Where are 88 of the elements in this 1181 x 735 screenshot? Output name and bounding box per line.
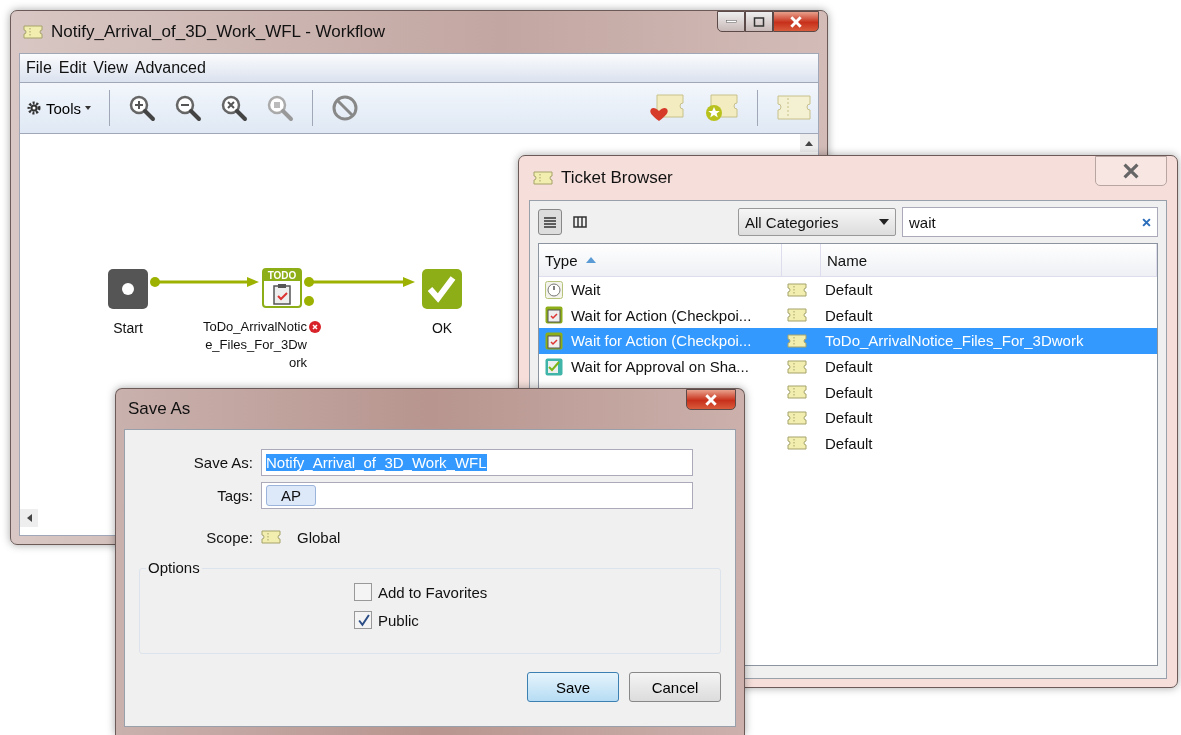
table-cell: Wait — [571, 281, 601, 299]
output-port-icon — [303, 295, 315, 307]
ticket-icon — [787, 308, 807, 323]
close-icon — [1122, 162, 1140, 180]
clipboard-icon — [272, 283, 292, 305]
table-cell: ToDo_ArrivalNotice_Files_For_3Dwork — [825, 332, 1084, 350]
ticket-icon — [261, 530, 281, 544]
ok-node[interactable] — [421, 268, 463, 310]
maximize-icon — [753, 15, 765, 28]
ticket-icon — [787, 410, 807, 425]
caret-icon — [879, 219, 889, 225]
checkbox[interactable] — [354, 611, 372, 629]
table-cell: Default — [825, 409, 873, 427]
zoom-fit-icon[interactable] — [266, 94, 295, 122]
gear-icon — [26, 100, 42, 116]
stop-icon[interactable] — [331, 94, 360, 122]
checkbox-label: Public — [378, 611, 419, 629]
zoom-in-icon[interactable] — [128, 94, 157, 122]
category-dropdown[interactable]: All Categories — [738, 208, 896, 236]
close-button[interactable] — [686, 389, 736, 410]
node-label: ToDo_ArrivalNotice_Files_For_3Dwork — [201, 318, 307, 372]
clipboard-icon — [545, 306, 563, 325]
table-cell: Default — [825, 434, 873, 452]
table-cell: Default — [825, 383, 873, 401]
columns-icon — [573, 216, 587, 228]
close-icon — [789, 14, 803, 29]
menu-item[interactable]: View — [93, 59, 128, 77]
horizontal-scrollbar[interactable] — [20, 509, 38, 527]
minimize-icon — [725, 20, 737, 23]
node-label: OK — [431, 320, 453, 336]
ticket-icon — [533, 171, 553, 185]
close-button[interactable] — [773, 11, 819, 32]
table-cell: Default — [825, 358, 873, 376]
table-cell: Default — [825, 281, 873, 299]
scroll-left-icon — [26, 514, 32, 522]
tag-chip[interactable]: AP — [266, 485, 316, 506]
approval-icon — [545, 357, 563, 376]
checkbox[interactable] — [354, 583, 372, 601]
save-button[interactable]: Save — [527, 672, 619, 702]
clipboard-icon — [545, 332, 563, 350]
ticket-icon — [787, 334, 807, 348]
list-icon — [543, 216, 557, 228]
menu-item[interactable]: Edit — [58, 59, 87, 77]
field-label: Scope: — [205, 528, 253, 546]
start-node[interactable] — [107, 268, 149, 310]
scroll-up-icon — [805, 140, 813, 146]
table-row[interactable]: Wait for Approval on Sha... Default — [539, 353, 1157, 380]
column-header[interactable]: Type — [539, 244, 782, 276]
table-cell: Default — [825, 306, 873, 324]
menu-item[interactable]: Advanced — [134, 59, 206, 77]
scope-value: Global — [297, 528, 341, 546]
tags-field[interactable]: AP — [261, 482, 693, 509]
close-icon — [704, 392, 718, 407]
table-cell: Wait for Action (Checkpoi... — [571, 332, 752, 350]
zoom-out-icon[interactable] — [174, 94, 203, 122]
checkbox-label: Add to Favorites — [378, 583, 488, 601]
menu-item[interactable]: File — [26, 59, 52, 77]
table-cell: Wait for Approval on Sha... — [571, 358, 749, 376]
table-cell: Wait for Action (Checkpoi... — [571, 306, 752, 324]
list-view-button[interactable] — [538, 209, 562, 235]
field-label: Save As: — [192, 454, 253, 471]
cancel-button[interactable]: Cancel — [629, 672, 721, 702]
ticket-icon — [787, 359, 807, 374]
search-field[interactable]: wait — [902, 207, 1158, 237]
favorite-ticket-icon[interactable] — [649, 93, 685, 123]
ticket-icon — [23, 25, 43, 39]
field-label: Tags: — [216, 487, 253, 504]
maximize-button[interactable] — [745, 11, 773, 32]
zoom-reset-icon[interactable] — [220, 94, 249, 122]
ticket-icon — [787, 436, 807, 451]
caret-icon — [85, 106, 92, 110]
close-button[interactable] — [1095, 156, 1167, 186]
vertical-scrollbar[interactable] — [800, 134, 818, 152]
table-row[interactable]: Wait for Action (Checkpoi... Default — [539, 302, 1157, 329]
tools-button[interactable]: Tools — [26, 99, 92, 117]
column-header[interactable]: Name — [821, 244, 1157, 276]
ticket-icon — [787, 282, 807, 297]
window-title: Save As — [128, 399, 192, 419]
window-title: Notify_Arrival_of_3D_Work_WFL - Workflow — [51, 22, 387, 42]
clear-icon[interactable] — [1142, 217, 1151, 227]
ticket-icon — [787, 385, 807, 400]
minimize-button[interactable] — [717, 11, 745, 32]
window-title: Ticket Browser — [561, 168, 674, 188]
clock-icon — [545, 280, 563, 299]
group-label: Options — [146, 559, 202, 576]
table-row[interactable]: Wait Default — [539, 277, 1157, 303]
node-badge: TODO — [264, 270, 300, 281]
node-label: Start — [113, 320, 143, 336]
